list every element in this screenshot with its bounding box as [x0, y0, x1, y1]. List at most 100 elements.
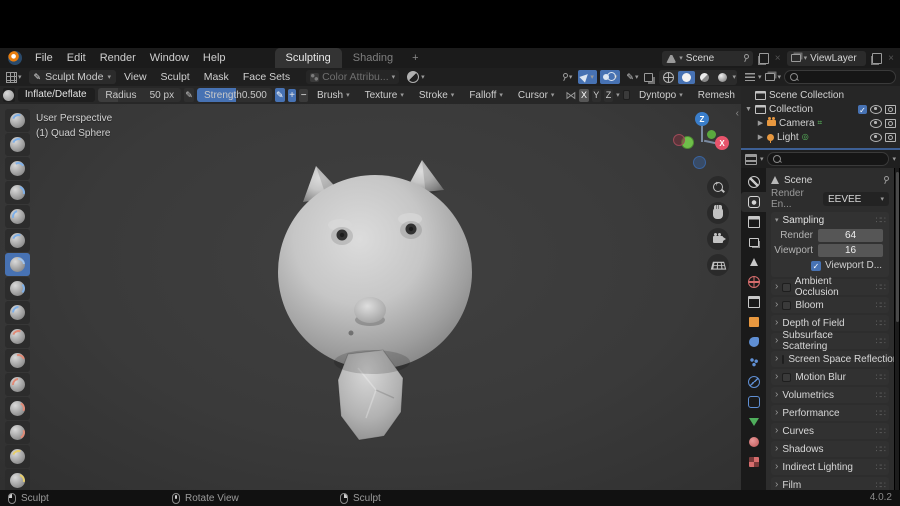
- viewport-denoising-checkbox[interactable]: ✓: [811, 260, 821, 271]
- shading-solid-button[interactable]: [678, 70, 696, 84]
- add-brush-button[interactable]: +: [287, 88, 297, 102]
- menu-face-sets[interactable]: Face Sets: [237, 71, 296, 83]
- outliner-row-light[interactable]: ▶ Light ◎: [745, 130, 896, 144]
- tab-shading[interactable]: Shading: [342, 48, 404, 68]
- panel-bloom[interactable]: › Bloom ∷∷: [771, 297, 889, 313]
- color-attribute-selector[interactable]: Color Attribu... ▾: [306, 70, 400, 84]
- menu-window[interactable]: Window: [143, 48, 196, 68]
- falloff-popover2[interactable]: Falloff ▾: [463, 90, 509, 101]
- pin-icon[interactable]: [741, 54, 749, 62]
- gizmos-toggle[interactable]: ▾: [578, 70, 597, 84]
- drag-grip-icon[interactable]: ∷∷: [876, 480, 887, 491]
- scene-selector[interactable]: ▾ Scene: [662, 50, 753, 66]
- symmetry-z-toggle[interactable]: Z: [603, 88, 614, 102]
- axis-x-ball[interactable]: X: [715, 136, 729, 150]
- tab-material[interactable]: [741, 432, 766, 452]
- drag-grip-icon[interactable]: ∷∷: [876, 300, 887, 311]
- disclosure-right-icon[interactable]: ▶: [757, 119, 764, 127]
- brush-popover[interactable]: Brush ▾: [311, 90, 356, 101]
- radius-slider[interactable]: Radius 50 px: [98, 88, 182, 102]
- disclosure-right-icon[interactable]: ▶: [757, 133, 764, 141]
- chevron-down-icon[interactable]: ▾: [892, 156, 896, 163]
- viewport-3d[interactable]: User Perspective (1) Quad Sphere ‹ Z X: [0, 104, 741, 490]
- tab-texture[interactable]: [741, 452, 766, 472]
- tab-world[interactable]: [741, 272, 766, 292]
- brush-crease-button[interactable]: [5, 301, 30, 324]
- ssr-checkbox[interactable]: [782, 354, 785, 364]
- axis-y2-ball[interactable]: [707, 130, 716, 139]
- panel-motion-blur[interactable]: › Motion Blur ∷∷: [771, 369, 889, 385]
- eye-icon[interactable]: [870, 132, 882, 142]
- viewport-samples-field[interactable]: 16: [818, 244, 883, 257]
- sampling-panel-header[interactable]: ▾ Sampling ∷∷: [771, 212, 889, 228]
- motion-blur-checkbox[interactable]: [782, 372, 792, 382]
- falloff-popover[interactable]: ▾: [407, 71, 425, 83]
- brush-blob-button[interactable]: [5, 277, 30, 300]
- outliner-search-input[interactable]: [784, 70, 896, 84]
- outliner-row-collection[interactable]: ▼ Collection ✓: [745, 102, 896, 116]
- ambient-occlusion-checkbox[interactable]: [782, 282, 791, 292]
- ortho-toggle-button[interactable]: [707, 254, 729, 276]
- outliner-row-scene-collection[interactable]: Scene Collection: [745, 88, 896, 102]
- properties-search-input[interactable]: [766, 152, 890, 166]
- axis-z-ball[interactable]: Z: [695, 112, 709, 126]
- brush-thumb-button[interactable]: [5, 397, 30, 420]
- brush-layer-button[interactable]: [5, 229, 30, 252]
- brush-grab-button[interactable]: [5, 325, 30, 348]
- tab-constraints[interactable]: [741, 392, 766, 412]
- eye-icon[interactable]: [870, 118, 882, 128]
- brush-preview-button[interactable]: [3, 88, 15, 102]
- tab-tool[interactable]: [741, 172, 766, 192]
- menu-help[interactable]: Help: [196, 48, 233, 68]
- shading-rendered-button[interactable]: [714, 71, 731, 84]
- add-workspace-button[interactable]: +: [404, 48, 426, 68]
- render-engine-select[interactable]: EEVEE ▾: [823, 192, 889, 206]
- tab-sculpting[interactable]: Sculpting: [274, 48, 342, 68]
- axis-neg-x-ball[interactable]: [673, 134, 685, 146]
- drag-grip-icon[interactable]: ∷∷: [876, 282, 887, 293]
- new-viewlayer-icon[interactable]: [872, 52, 883, 64]
- drag-grip-icon[interactable]: ∷∷: [876, 372, 887, 383]
- drag-grip-icon[interactable]: ∷∷: [876, 390, 887, 401]
- outliner-row-camera[interactable]: ▶ Camera ⌗: [745, 116, 896, 130]
- menu-render[interactable]: Render: [93, 48, 143, 68]
- snap-toggle[interactable]: ▾: [557, 70, 576, 84]
- panel-depth-of-field[interactable]: › Depth of Field ∷∷: [771, 315, 889, 331]
- blender-logo-icon[interactable]: [8, 51, 22, 65]
- tab-view-layer[interactable]: [741, 232, 766, 252]
- properties-editor-icon[interactable]: [745, 153, 757, 165]
- menu-edit[interactable]: Edit: [60, 48, 93, 68]
- overlays-toggle[interactable]: ▾: [599, 70, 621, 84]
- brush-clay-button[interactable]: [5, 157, 30, 180]
- brush-snake-hook-button[interactable]: [5, 373, 30, 396]
- drag-grip-icon[interactable]: ∷∷: [876, 336, 887, 347]
- tab-modifiers[interactable]: [741, 332, 766, 352]
- properties-scrollbar[interactable]: [895, 168, 899, 490]
- shading-wireframe-button[interactable]: [660, 71, 677, 84]
- render-visibility-icon[interactable]: [885, 118, 896, 128]
- panel-shadows[interactable]: › Shadows ∷∷: [771, 441, 889, 457]
- disclosure-down-icon[interactable]: ▼: [745, 106, 752, 113]
- xray-icon[interactable]: [644, 72, 654, 82]
- cursor-popover[interactable]: Cursor ▾: [512, 90, 561, 101]
- mode-selector[interactable]: ✎ Sculpt Mode ▾: [28, 70, 116, 84]
- menu-mask[interactable]: Mask: [198, 71, 235, 83]
- tab-physics[interactable]: [741, 372, 766, 392]
- brush-inflate-button[interactable]: [5, 253, 30, 276]
- tab-object-data[interactable]: [741, 412, 766, 432]
- strength-pressure-toggle[interactable]: ✎: [274, 88, 285, 102]
- drag-grip-icon[interactable]: ∷∷: [876, 215, 887, 226]
- brush-pose-button[interactable]: [5, 421, 30, 444]
- remesh-popover[interactable]: Remesh: [692, 90, 741, 101]
- tab-scene[interactable]: [741, 252, 766, 272]
- panel-screen-space-reflections[interactable]: › Screen Space Reflections: [771, 351, 894, 367]
- remove-brush-button[interactable]: −: [299, 88, 308, 102]
- drag-grip-icon[interactable]: ∷∷: [876, 318, 887, 329]
- annotate-popover[interactable]: ✎ ▾: [623, 70, 641, 84]
- display-mode-icon[interactable]: [764, 73, 775, 81]
- brush-clay-thumb-button[interactable]: [5, 205, 30, 228]
- viewlayer-selector[interactable]: ▾ ViewLayer: [786, 50, 867, 66]
- zoom-button[interactable]: [707, 176, 729, 198]
- sculpt-mesh-quad-sphere[interactable]: [258, 140, 498, 460]
- drag-grip-icon[interactable]: ∷∷: [876, 408, 887, 419]
